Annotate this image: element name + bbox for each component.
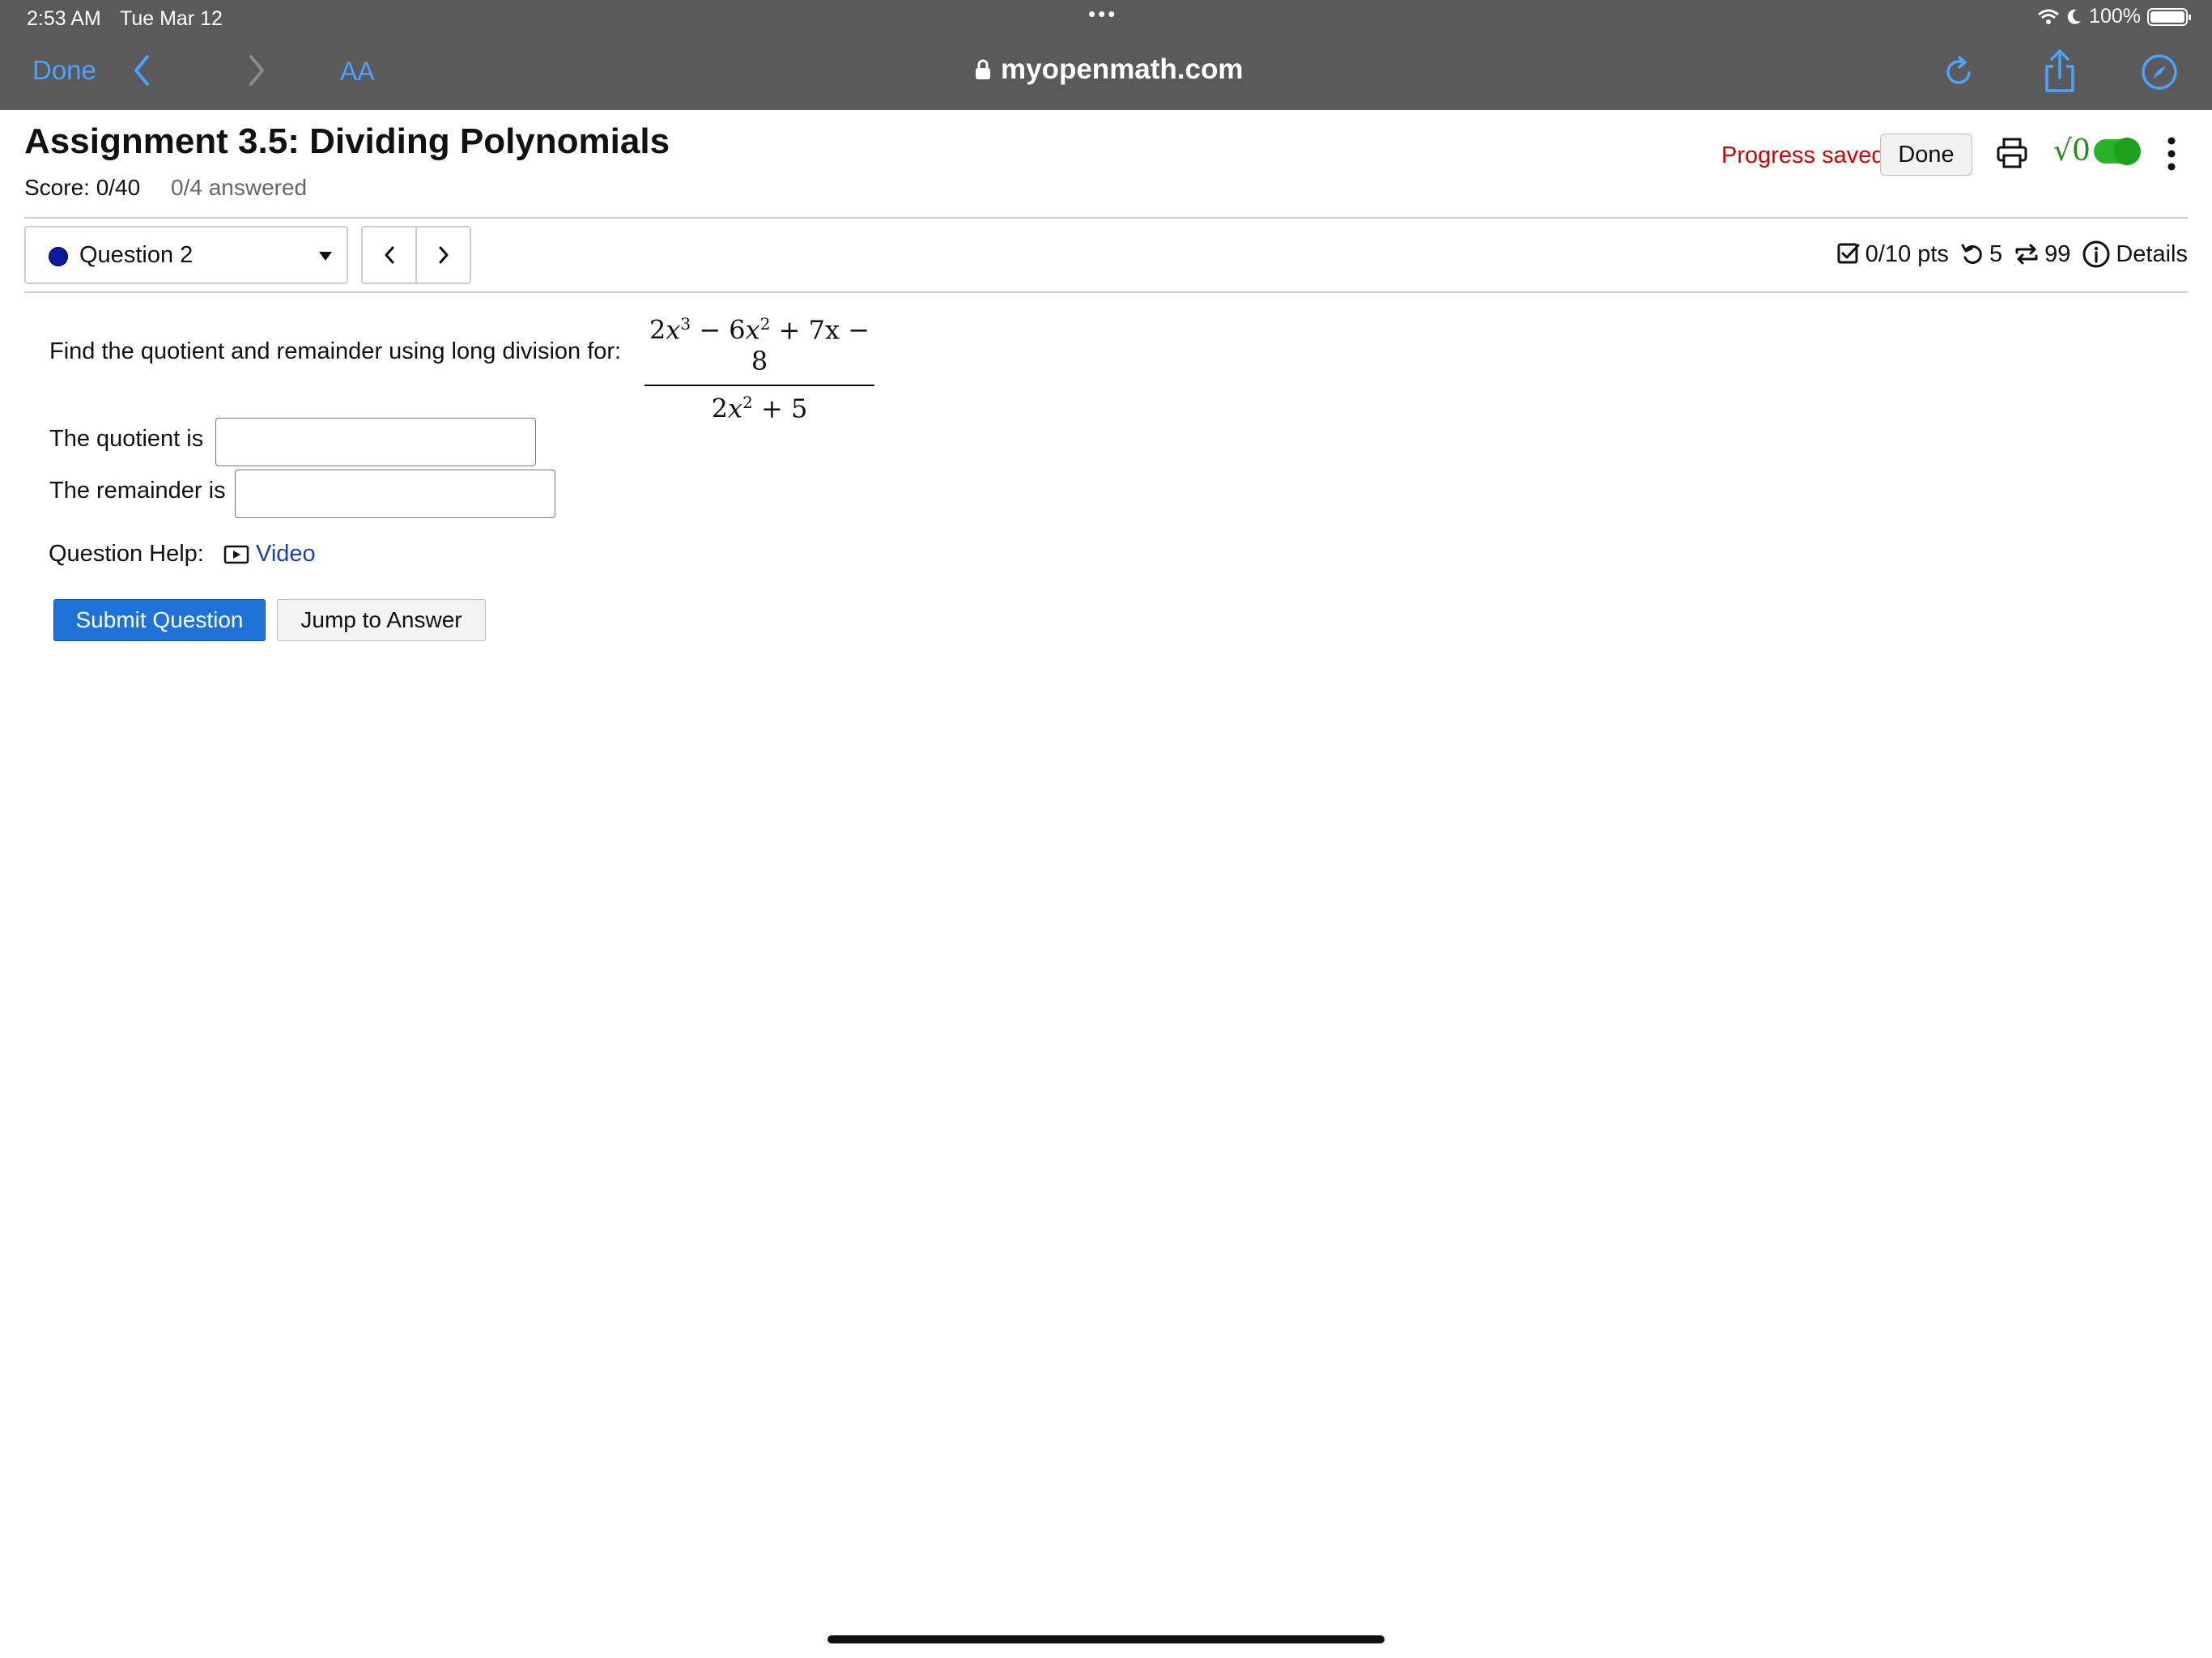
wifi-icon [2038, 9, 2060, 24]
chevron-right-icon [439, 246, 448, 264]
question-nav-buttons [361, 226, 471, 284]
caret-down-icon [319, 252, 332, 261]
browser-done-button[interactable]: Done [32, 55, 96, 86]
fraction-numerator: 2x3 − 6x2 + 7x − 8 [644, 314, 874, 386]
question-selector[interactable]: Question 2 [24, 226, 348, 284]
status-right: 100% [2037, 5, 2191, 28]
reload-icon[interactable] [1943, 53, 1976, 89]
address-bar[interactable]: myopenmath.com [975, 53, 1244, 86]
retries-text: 5 [1989, 240, 2003, 267]
details-label: Details [2116, 240, 2188, 267]
status-date: Tue Mar 12 [120, 7, 223, 30]
previous-question-button[interactable] [363, 227, 415, 283]
progress-saved-status: Progress saved [1721, 142, 1885, 168]
fraction-denominator: 2x2 + 5 [711, 392, 808, 424]
regenerate-stat: 99 [2014, 241, 2070, 268]
page-title: Assignment 3.5: Dividing Polynomials [24, 121, 670, 161]
battery-icon [2147, 7, 2191, 26]
question-help-label: Question Help: [49, 541, 204, 567]
url-text: myopenmath.com [1001, 53, 1244, 85]
video-icon [223, 545, 249, 563]
answered-count: 0/4 answered [171, 175, 308, 200]
remainder-input[interactable] [235, 470, 555, 518]
regenerate-text: 99 [2044, 240, 2071, 267]
jump-to-answer-button[interactable]: Jump to Answer [277, 599, 486, 641]
question-stats: 0/10 pts 5 99 Details [1825, 240, 2188, 269]
status-bar: 2:53 AM Tue Mar 12 ••• 100% [0, 0, 2212, 37]
chevron-left-icon [385, 246, 393, 264]
remainder-label: The remainder is [49, 478, 226, 504]
submit-question-button[interactable]: Submit Question [53, 599, 266, 641]
browser-toolbar: Done AA myopenmath.com [0, 37, 2212, 110]
lock-icon [976, 59, 990, 79]
regenerate-icon [2015, 244, 2038, 265]
question-status-dot [49, 247, 68, 266]
math-display-toggle[interactable]: √0 [2053, 134, 2141, 168]
home-indicator[interactable] [827, 1635, 1385, 1643]
quotient-label: The quotient is [49, 426, 204, 452]
question-prompt: Find the quotient and remainder using lo… [49, 338, 622, 364]
print-icon[interactable] [1995, 136, 2029, 170]
points-stat: 0/10 pts [1836, 241, 1949, 268]
next-question-button[interactable] [415, 227, 470, 283]
score-text: Score: 0/40 [24, 175, 141, 200]
status-time: 2:53 AM [27, 7, 101, 30]
sqrt-icon: √0 [2053, 134, 2091, 168]
moon-icon [2067, 9, 2082, 24]
quotient-input[interactable] [215, 418, 536, 466]
retry-icon [1961, 244, 1982, 264]
back-chevron-icon[interactable] [130, 52, 154, 89]
info-icon [2082, 240, 2110, 268]
battery-percent: 100% [2089, 5, 2141, 28]
more-options-icon[interactable] [2167, 136, 2176, 172]
text-size-button[interactable]: AA [340, 57, 375, 87]
points-text: 0/10 pts [1865, 240, 1949, 267]
share-icon[interactable] [2042, 49, 2078, 94]
question-selector-label: Question 2 [79, 242, 194, 268]
forward-chevron-icon[interactable] [245, 52, 269, 89]
header-divider [24, 217, 2188, 219]
retries-stat: 5 [1960, 241, 2002, 268]
compass-icon[interactable] [2139, 52, 2180, 92]
video-link-text: Video [256, 541, 316, 567]
assignment-done-button[interactable]: Done [1880, 134, 1972, 176]
question-nav-divider [24, 291, 2188, 293]
video-help-link[interactable]: Video [223, 541, 316, 568]
toggle-switch[interactable] [2093, 137, 2141, 165]
multitask-dots-icon[interactable]: ••• [1088, 2, 1117, 27]
checkbox-icon [1837, 243, 1860, 264]
polynomial-fraction: 2x3 − 6x2 + 7x − 8 2x2 + 5 [644, 314, 874, 423]
details-button[interactable]: Details [2082, 240, 2188, 269]
